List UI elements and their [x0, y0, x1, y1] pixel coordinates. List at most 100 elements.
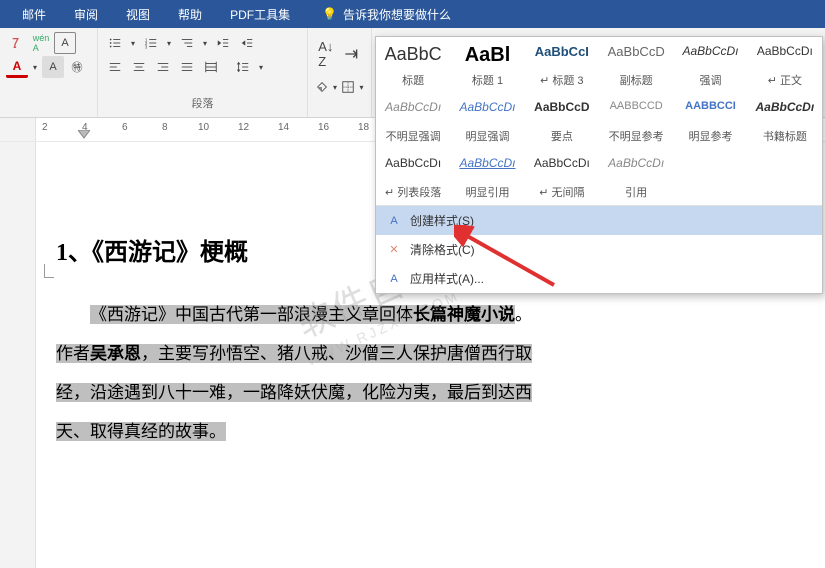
phonetic-button[interactable]: wénA — [30, 32, 52, 54]
style-name-label: 明显强调 — [455, 128, 519, 144]
style-cell[interactable]: AaBbCcDı不明显强调 — [376, 93, 450, 149]
menu-help[interactable]: 帮助 — [164, 0, 216, 28]
styles-gallery-panel: AaBbC标题AaBl标题 1AaBbCcI↵ 标题 3AaBbCcD副标题Aa… — [375, 36, 823, 294]
align-justify-button[interactable] — [176, 56, 198, 78]
style-preview: AaBl — [455, 44, 519, 67]
style-name-label: ↵ 正文 — [753, 72, 817, 88]
style-cell[interactable]: AaBbC标题 — [376, 37, 450, 93]
selected-text-bold: 吴承恩 — [90, 344, 141, 363]
dropdown-arrow-icon[interactable]: ▾ — [200, 32, 210, 54]
indent-marker-icon[interactable] — [78, 130, 90, 140]
style-preview: AaBbCcD — [604, 44, 668, 59]
action-icon: A — [386, 213, 402, 229]
style-name-label: 书籍标题 — [753, 128, 817, 144]
style-name-label: 要点 — [530, 128, 594, 144]
style-name-label: 不明显参考 — [604, 128, 668, 144]
style-cell[interactable]: AABBCCD 不明显参考 — [599, 93, 673, 149]
ribbon-group-paragraph: ▾ 123 ▾ ▾ ▾ 段落 — [98, 28, 308, 117]
tell-me-label: 告诉我你想要做什么 — [343, 6, 451, 23]
menu-view[interactable]: 视图 — [112, 0, 164, 28]
shading-button[interactable] — [314, 76, 329, 98]
action-label: 应用样式(A)... — [410, 270, 484, 287]
style-preview: AABBCCI — [678, 100, 742, 112]
style-cell[interactable]: AaBbCcD 要点 — [525, 93, 599, 149]
distributed-align-button[interactable] — [200, 56, 222, 78]
clear-format-button[interactable] — [6, 32, 28, 54]
style-cell[interactable]: AaBbCcDı ↵ 列表段落 — [376, 149, 450, 205]
style-name-label: 引用 — [604, 184, 668, 200]
char-shading-button[interactable]: A — [42, 56, 64, 78]
selected-text: 《西游记》中国古代第一部浪漫主义章回体 — [90, 305, 413, 324]
dropdown-arrow-icon[interactable]: ▾ — [164, 32, 174, 54]
style-preview: AaBbCcDı — [381, 156, 445, 170]
increase-indent-button[interactable] — [236, 32, 258, 54]
style-name-label: ↵ 列表段落 — [381, 184, 445, 200]
style-cell[interactable]: AaBbCcDı引用 — [599, 149, 673, 205]
bullets-button[interactable] — [104, 32, 126, 54]
style-preview: AaBbCcDı — [753, 100, 817, 114]
menu-mail[interactable]: 邮件 — [8, 0, 60, 28]
style-action-item[interactable]: ✕清除格式(C) — [376, 235, 822, 264]
document-body: 《西游记》中国古代第一部浪漫主义章回体长篇神魔小说。 作者吴承恩，主要写孙悟空、… — [56, 295, 775, 451]
borders-button[interactable] — [341, 76, 356, 98]
dropdown-arrow-icon[interactable]: ▾ — [358, 76, 365, 98]
style-preview: AaBbCcDı — [678, 44, 742, 58]
dropdown-arrow-icon[interactable]: ▾ — [30, 56, 40, 78]
char-border-button[interactable]: A — [54, 32, 76, 54]
decrease-indent-button[interactable] — [212, 32, 234, 54]
tell-me-search[interactable]: 💡 告诉我你想要做什么 — [308, 0, 465, 28]
menubar: 邮件 审阅 视图 帮助 PDF工具集 💡 告诉我你想要做什么 — [0, 0, 825, 28]
style-preview: AaBbCcDı — [381, 100, 445, 114]
enclose-char-button[interactable]: ㊕ — [66, 56, 88, 78]
action-label: 创建样式(S) — [410, 212, 474, 229]
multilevel-list-button[interactable] — [176, 32, 198, 54]
sort-button[interactable]: A↓Z — [314, 32, 338, 76]
style-cell[interactable]: AaBbCcI ↵ 标题 3 — [525, 37, 599, 93]
selected-text-bold: 长篇神魔小说 — [413, 305, 515, 324]
menu-pdf-tools[interactable]: PDF工具集 — [216, 0, 304, 28]
style-name-label: ↵ 标题 3 — [530, 72, 594, 88]
align-center-button[interactable] — [128, 56, 150, 78]
style-cell[interactable]: AABBCCI 明显参考 — [673, 93, 747, 149]
svg-text:3: 3 — [145, 44, 148, 49]
style-preview: AABBCCD — [604, 100, 668, 112]
action-icon: A — [386, 271, 402, 287]
style-cell[interactable]: AaBbCcDı明显强调 — [450, 93, 524, 149]
style-cell[interactable]: AaBbCcDı 书籍标题 — [748, 93, 822, 149]
style-cell[interactable]: AaBbCcDı↵ 正文 — [748, 37, 822, 93]
ruler-mark: 2 — [42, 122, 48, 133]
menu-review[interactable]: 审阅 — [60, 0, 112, 28]
style-preview: AaBbCcD — [530, 100, 594, 114]
style-name-label: ↵ 无间隔 — [530, 184, 594, 200]
style-action-item[interactable]: A 创建样式(S) — [376, 206, 822, 235]
style-cell[interactable]: AaBbCcDı↵ 无间隔 — [525, 149, 599, 205]
dropdown-arrow-icon[interactable]: ▾ — [128, 32, 138, 54]
ruler-corner — [0, 118, 36, 141]
style-preview: AaBbCcDı — [455, 156, 519, 170]
style-cell[interactable]: AaBbCcDı明显引用 — [450, 149, 524, 205]
dropdown-arrow-icon[interactable]: ▾ — [331, 76, 338, 98]
lightbulb-icon: 💡 — [322, 7, 337, 21]
ruler-mark: 10 — [198, 122, 209, 133]
style-name-label: 明显参考 — [678, 128, 742, 144]
ribbon-group-sort: A↓Z ▾ ▾ — [308, 28, 372, 117]
style-action-item[interactable]: A 应用样式(A)... — [376, 264, 822, 293]
show-marks-button[interactable] — [338, 32, 365, 76]
selected-text: 作者 — [56, 344, 90, 363]
vertical-ruler[interactable] — [0, 142, 36, 568]
align-left-button[interactable] — [104, 56, 126, 78]
style-preview: AaBbCcI — [530, 44, 594, 59]
numbering-button[interactable]: 123 — [140, 32, 162, 54]
font-color-button[interactable]: A — [6, 56, 28, 78]
line-spacing-button[interactable] — [232, 56, 254, 78]
style-cell[interactable]: AaBl标题 1 — [450, 37, 524, 93]
ruler-mark: 12 — [238, 122, 249, 133]
style-cell[interactable]: AaBbCcD副标题 — [599, 37, 673, 93]
align-right-button[interactable] — [152, 56, 174, 78]
ruler-mark: 14 — [278, 122, 289, 133]
dropdown-arrow-icon[interactable]: ▾ — [256, 56, 266, 78]
selected-text: 天、取得真经的故事。 — [56, 422, 226, 441]
paragraph-group-label: 段落 — [104, 95, 301, 113]
style-cell[interactable]: AaBbCcDı 强调 — [673, 37, 747, 93]
style-name-label: 强调 — [678, 72, 742, 88]
